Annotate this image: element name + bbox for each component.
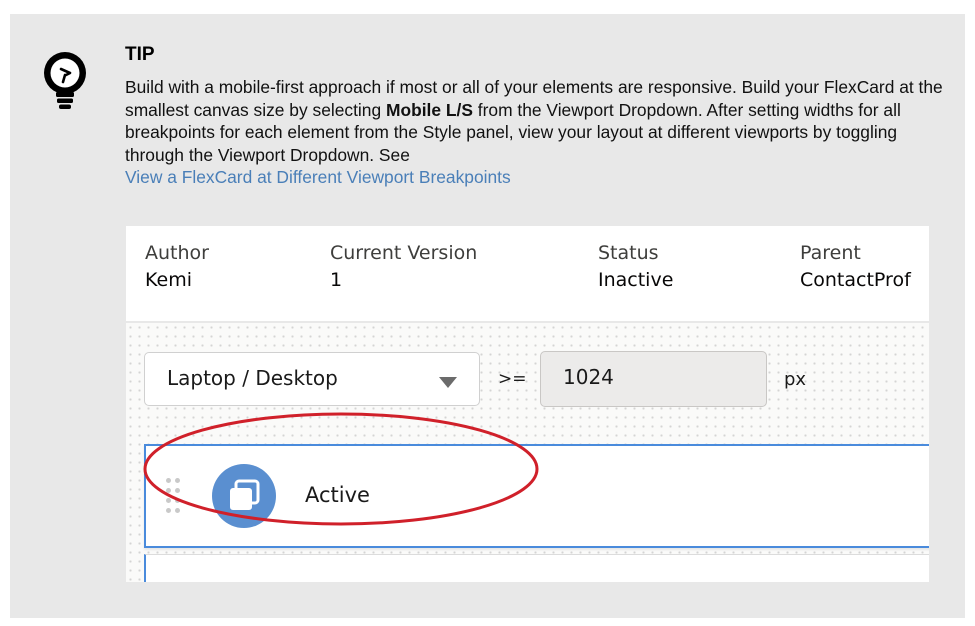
author-field: Author Kemi — [145, 241, 209, 295]
tip-title: TIP — [125, 44, 155, 65]
version-field: Current Version 1 — [330, 241, 477, 295]
layers-icon — [212, 464, 276, 528]
status-value: Inactive — [598, 269, 674, 291]
author-label: Author — [145, 242, 209, 264]
status-label: Status — [598, 242, 659, 264]
design-canvas: Laptop / Desktop >= 1024 px Active — [126, 323, 929, 582]
flexcard-screenshot: Author Kemi Current Version 1 Status Ina… — [126, 226, 929, 582]
lightbulb-icon — [44, 52, 86, 109]
tip-text-bold: Mobile L/S — [385, 99, 473, 120]
status-field: Status Inactive — [598, 241, 673, 295]
caret-down-icon — [439, 377, 457, 388]
parent-value[interactable]: ContactProf — [800, 266, 911, 295]
version-value: 1 — [330, 269, 343, 291]
breakpoint-unit: px — [784, 369, 807, 390]
breakpoint-operator: >= — [498, 369, 527, 389]
author-value: Kemi — [145, 269, 192, 291]
viewport-dropdown[interactable]: Laptop / Desktop — [144, 352, 480, 406]
breakpoint-value: 1024 — [563, 365, 614, 389]
breakpoint-input[interactable]: 1024 — [540, 351, 767, 407]
tip-body: Build with a mobile-first approach if mo… — [125, 76, 945, 189]
flexcard-header: Author Kemi Current Version 1 Status Ina… — [126, 226, 929, 321]
drag-handle-icon[interactable] — [166, 478, 184, 513]
state-element[interactable]: Active — [144, 444, 929, 548]
next-element[interactable] — [144, 554, 929, 582]
parent-label: Parent — [800, 242, 861, 264]
viewport-selected: Laptop / Desktop — [167, 366, 338, 390]
version-label: Current Version — [330, 242, 478, 264]
state-label: Active — [305, 483, 370, 507]
parent-field: Parent ContactProf — [800, 241, 911, 295]
viewport-breakpoints-link[interactable]: View a FlexCard at Different Viewport Br… — [125, 167, 511, 187]
